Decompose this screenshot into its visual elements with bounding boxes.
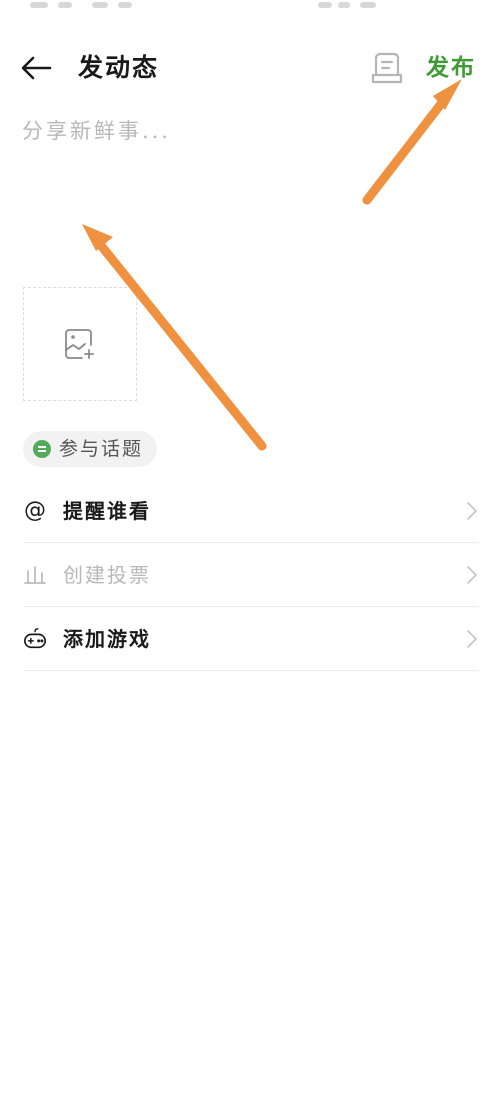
mention-row[interactable]: @ 提醒谁看 <box>23 479 478 543</box>
status-icon-fragment <box>118 2 132 8</box>
status-bar <box>0 0 500 20</box>
add-game-label: 添加游戏 <box>63 627 151 651</box>
add-image-button[interactable] <box>23 287 137 401</box>
chevron-right-icon <box>467 566 477 584</box>
topic-chip-label: 参与话题 <box>59 438 144 460</box>
post-content-input[interactable] <box>22 112 478 262</box>
back-arrow-icon <box>21 56 52 80</box>
publish-button[interactable]: 发布 <box>426 52 476 84</box>
status-icon-fragment <box>92 2 108 8</box>
status-icon-fragment <box>338 2 350 8</box>
create-poll-row[interactable]: 创建投票 <box>23 543 478 607</box>
chevron-right-icon <box>467 630 477 648</box>
add-game-row[interactable]: 添加游戏 <box>23 607 478 671</box>
back-button[interactable] <box>16 50 56 86</box>
create-poll-label: 创建投票 <box>63 563 151 587</box>
page-title: 发动态 <box>78 53 160 82</box>
status-icon-fragment <box>30 2 48 8</box>
status-icon-fragment <box>58 2 72 8</box>
at-icon: @ <box>24 498 46 523</box>
gamepad-icon <box>23 627 47 651</box>
status-icon-fragment <box>318 2 332 8</box>
join-topic-chip[interactable]: 参与话题 <box>23 431 158 467</box>
drafts-button[interactable] <box>369 50 405 86</box>
top-bar: 发动态 发布 <box>0 44 500 92</box>
chevron-right-icon <box>467 502 477 520</box>
add-image-icon <box>65 329 94 359</box>
topic-icon <box>33 440 51 458</box>
poll-chart-icon <box>23 563 47 587</box>
status-icon-fragment <box>360 2 376 8</box>
mention-label: 提醒谁看 <box>63 499 151 523</box>
drafts-icon <box>371 52 403 84</box>
